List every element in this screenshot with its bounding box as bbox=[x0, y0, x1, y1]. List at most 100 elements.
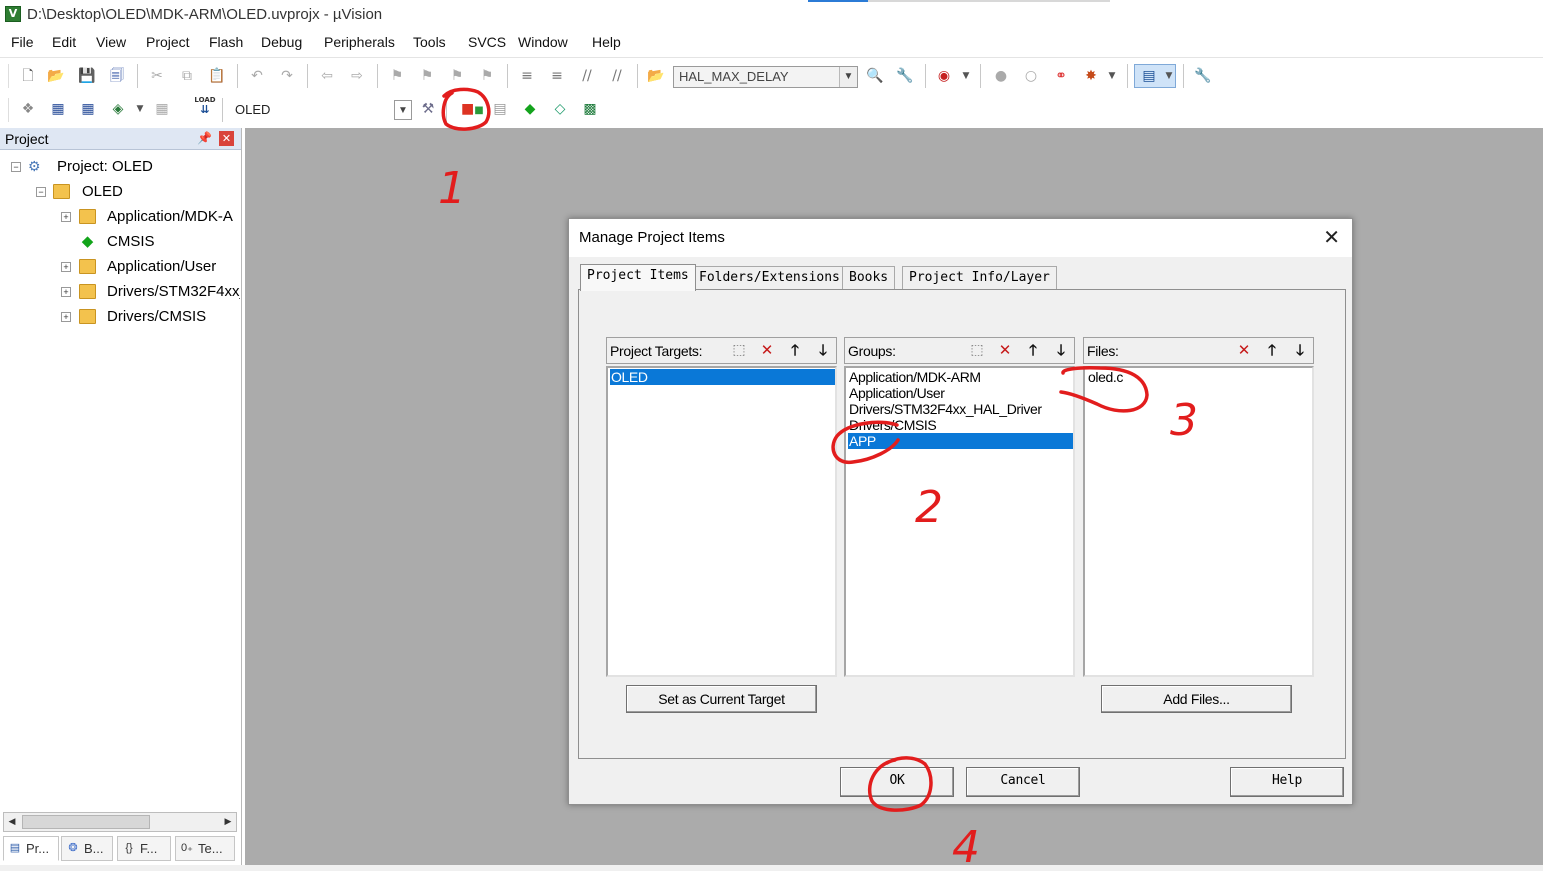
pin-icon[interactable]: 📌 bbox=[197, 131, 212, 145]
close-icon[interactable]: ✕ bbox=[1323, 225, 1340, 249]
tree-item-target[interactable]: − OLED bbox=[0, 181, 240, 203]
disable-breakpoints-icon[interactable]: ⚭ bbox=[1051, 66, 1071, 86]
configure-wrench-icon[interactable]: 🔧 bbox=[1193, 66, 1213, 86]
tab-books[interactable]: Books bbox=[842, 266, 896, 290]
menu-help[interactable]: Help bbox=[592, 34, 621, 50]
tab-project-info-layer[interactable]: Project Info/Layer bbox=[902, 266, 1057, 290]
move-down-icon[interactable]: 🡓 bbox=[1289, 340, 1311, 361]
copy-icon[interactable]: ⧉ bbox=[177, 66, 197, 86]
menu-project[interactable]: Project bbox=[146, 34, 190, 50]
cut-icon[interactable]: ✂ bbox=[147, 66, 167, 86]
pack-installer-icon[interactable]: ▩ bbox=[580, 99, 600, 119]
set-as-current-target-button[interactable]: Set as Current Target bbox=[626, 685, 817, 713]
files-list[interactable]: oled.c bbox=[1083, 366, 1314, 677]
stop-build-icon[interactable]: ▦ bbox=[152, 99, 172, 119]
project-targets-list[interactable]: OLED bbox=[606, 366, 837, 677]
navigate-back-icon[interactable]: ⇦ bbox=[317, 66, 337, 86]
tree-item-group[interactable]: + Drivers/CMSIS bbox=[0, 306, 240, 328]
manage-multi-project-icon[interactable]: ▤ bbox=[490, 99, 510, 119]
menu-peripherals[interactable]: Peripherals bbox=[324, 34, 395, 50]
menu-svcs[interactable]: SVCS bbox=[468, 34, 506, 50]
download-load-icon[interactable]: LOAD ⇊ bbox=[194, 95, 216, 121]
tree-item-group[interactable]: + Application/MDK-A bbox=[0, 206, 240, 228]
collapse-icon[interactable]: − bbox=[36, 187, 46, 197]
tab-project-items[interactable]: Project Items bbox=[580, 264, 696, 291]
ok-button[interactable]: OK bbox=[840, 767, 954, 797]
delete-group-icon[interactable]: ✕ bbox=[994, 340, 1016, 361]
move-down-icon[interactable]: 🡓 bbox=[1050, 340, 1072, 361]
list-item-file[interactable]: oled.c bbox=[1087, 369, 1312, 385]
menu-flash[interactable]: Flash bbox=[209, 34, 243, 50]
manage-rte-icon[interactable]: ◆ bbox=[520, 99, 540, 119]
cancel-button[interactable]: Cancel bbox=[966, 767, 1080, 797]
tab-books[interactable]: ❂ B... bbox=[61, 836, 113, 861]
next-bookmark-icon[interactable]: ⚑ bbox=[447, 66, 467, 86]
list-item-group[interactable]: Application/User bbox=[848, 385, 1073, 401]
find-combo[interactable]: HAL_MAX_DELAY ▼ bbox=[673, 66, 858, 88]
target-options-icon[interactable]: ⚒ bbox=[418, 99, 438, 119]
move-down-icon[interactable]: 🡓 bbox=[812, 340, 834, 361]
redo-icon[interactable]: ↷ bbox=[277, 66, 297, 86]
comment-icon[interactable]: // bbox=[577, 66, 597, 86]
save-icon[interactable]: 💾 bbox=[77, 66, 97, 86]
kill-breakpoints-icon[interactable]: ✸ bbox=[1081, 66, 1101, 86]
indent-icon[interactable]: ≡ bbox=[517, 66, 537, 86]
chevron-down-icon[interactable]: ▼ bbox=[1102, 66, 1122, 86]
paste-icon[interactable]: 📋 bbox=[207, 66, 227, 86]
menu-tools[interactable]: Tools bbox=[413, 34, 446, 50]
new-target-icon[interactable]: ⬚ bbox=[728, 340, 750, 361]
uncomment-icon[interactable]: // bbox=[607, 66, 627, 86]
enable-breakpoint-icon[interactable]: ○ bbox=[1021, 66, 1041, 86]
tab-functions[interactable]: {} F... bbox=[117, 836, 171, 861]
find-icon[interactable]: 🔍 bbox=[865, 66, 885, 86]
expand-icon[interactable]: + bbox=[61, 262, 71, 272]
batch-build-icon[interactable]: ◈ bbox=[108, 99, 128, 119]
delete-file-icon[interactable]: ✕ bbox=[1233, 340, 1255, 361]
move-up-icon[interactable]: 🡑 bbox=[1022, 340, 1044, 361]
expand-icon[interactable]: + bbox=[61, 287, 71, 297]
clear-bookmarks-icon[interactable]: ⚑ bbox=[477, 66, 497, 86]
expand-icon[interactable]: + bbox=[61, 312, 71, 322]
undo-icon[interactable]: ↶ bbox=[247, 66, 267, 86]
tree-item-group[interactable]: + Drivers/STM32F4xx_ bbox=[0, 281, 240, 303]
select-target-combo[interactable]: OLED ▼ bbox=[229, 99, 413, 121]
new-file-icon[interactable]: 🗋 bbox=[18, 66, 38, 86]
add-files-button[interactable]: Add Files... bbox=[1101, 685, 1292, 713]
list-item-group-selected[interactable]: APP bbox=[848, 433, 1073, 449]
build-icon[interactable]: ▦ bbox=[48, 99, 68, 119]
insert-breakpoint-icon[interactable]: ● bbox=[991, 66, 1011, 86]
menu-window[interactable]: Window bbox=[518, 34, 568, 50]
unindent-icon[interactable]: ≡ bbox=[547, 66, 567, 86]
close-icon[interactable]: ✕ bbox=[219, 131, 234, 146]
rebuild-icon[interactable]: ▦ bbox=[78, 99, 98, 119]
collapse-icon[interactable]: − bbox=[11, 162, 21, 172]
incremental-find-icon[interactable]: 🔧 bbox=[895, 66, 915, 86]
move-up-icon[interactable]: 🡑 bbox=[1261, 340, 1283, 361]
menu-debug[interactable]: Debug bbox=[261, 34, 302, 50]
select-software-packs-icon[interactable]: ◇ bbox=[550, 99, 570, 119]
help-button[interactable]: Help bbox=[1230, 767, 1344, 797]
debug-session-icon[interactable]: ◉ bbox=[934, 66, 954, 86]
scroll-right-icon[interactable]: ▶ bbox=[220, 813, 236, 831]
bookmark-icon[interactable]: ⚑ bbox=[387, 66, 407, 86]
chevron-down-icon[interactable]: ▼ bbox=[130, 99, 150, 119]
tree-item-group[interactable]: + Application/User bbox=[0, 256, 240, 278]
chevron-down-icon[interactable]: ▼ bbox=[394, 100, 412, 120]
tree-item-group[interactable]: ◆ CMSIS bbox=[0, 231, 240, 253]
tab-folders-extensions[interactable]: Folders/Extensions bbox=[692, 266, 847, 290]
tab-project[interactable]: ▤ Pr... bbox=[3, 836, 59, 861]
navigate-forward-icon[interactable]: ⇨ bbox=[347, 66, 367, 86]
list-item-group[interactable]: Drivers/STM32F4xx_HAL_Driver bbox=[848, 401, 1073, 417]
delete-target-icon[interactable]: ✕ bbox=[756, 340, 778, 361]
translate-icon[interactable]: ❖ bbox=[18, 99, 38, 119]
open-file-icon[interactable]: 📂 bbox=[46, 66, 66, 86]
list-item-group[interactable]: Application/MDK-ARM bbox=[848, 369, 1073, 385]
menu-view[interactable]: View bbox=[96, 34, 126, 50]
tab-templates[interactable]: 0₊ Te... bbox=[175, 836, 235, 861]
tree-item-project-root[interactable]: − ⚙ Project: OLED bbox=[0, 156, 240, 178]
save-all-icon[interactable]: 🗐 bbox=[107, 66, 127, 86]
scroll-left-icon[interactable]: ◀ bbox=[4, 813, 20, 831]
list-item-group[interactable]: Drivers/CMSIS bbox=[848, 417, 1073, 433]
menu-edit[interactable]: Edit bbox=[52, 34, 76, 50]
find-in-files-icon[interactable]: 📂 bbox=[646, 66, 666, 86]
